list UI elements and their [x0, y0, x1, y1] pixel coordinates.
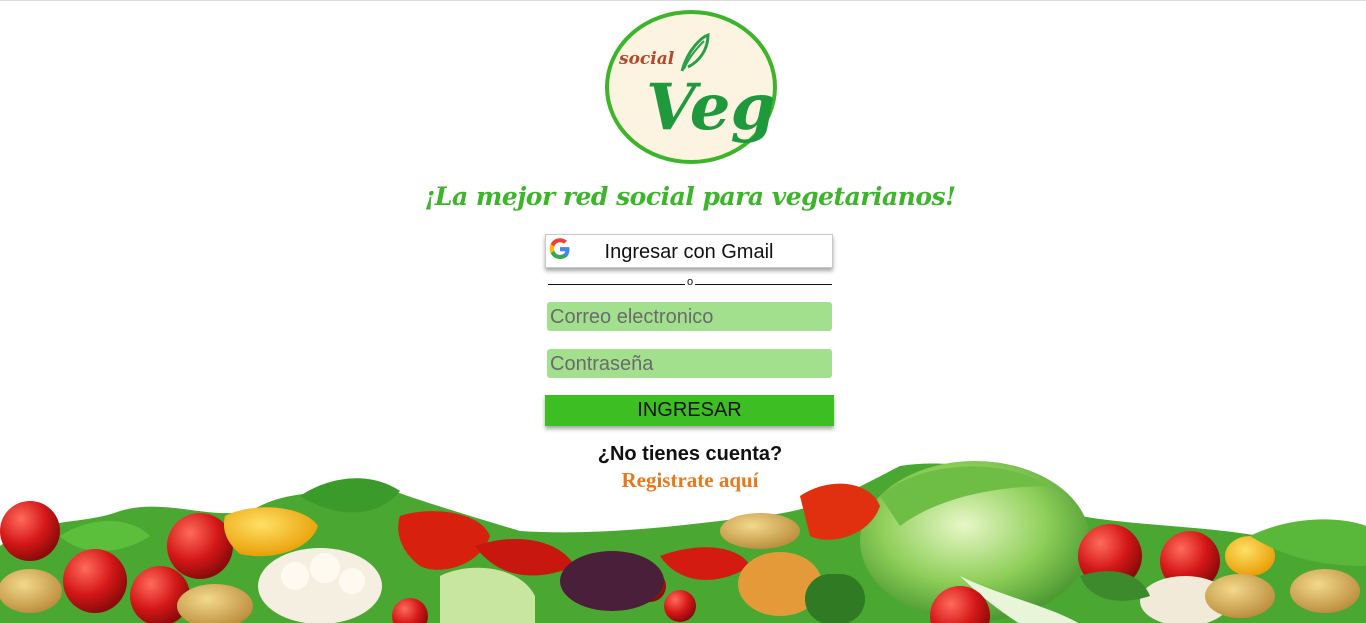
- password-input[interactable]: [547, 349, 832, 378]
- divider-line-left: [548, 284, 685, 285]
- divider-or-label: o: [686, 276, 694, 288]
- vegetables-banner-image: [0, 461, 1366, 623]
- logo-big-text: Veg: [646, 70, 775, 145]
- or-divider: o: [548, 276, 832, 288]
- tagline: ¡La mejor red social para vegetarianos!: [424, 182, 956, 211]
- login-submit-button[interactable]: INGRESAR: [545, 395, 834, 426]
- logo-small-text: social: [618, 49, 675, 69]
- gmail-login-button[interactable]: Ingresar con Gmail: [545, 234, 833, 268]
- email-input[interactable]: [547, 302, 832, 331]
- socialveg-logo: social Veg: [605, 10, 777, 164]
- divider-line-right: [695, 284, 832, 285]
- gmail-button-label: Ingresar con Gmail: [604, 241, 774, 263]
- login-page: social Veg ¡La mejor red social para veg…: [0, 0, 1366, 623]
